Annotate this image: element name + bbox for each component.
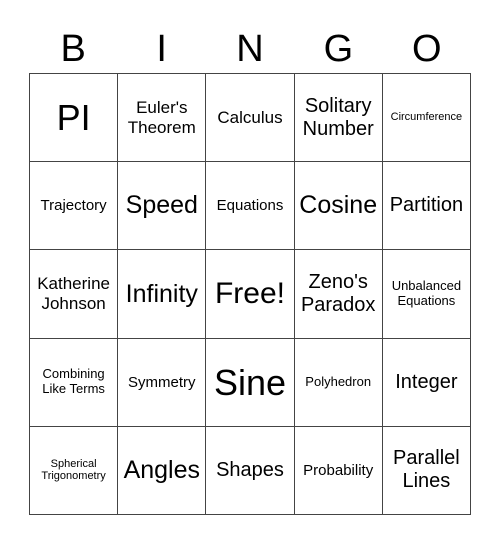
bingo-cell[interactable]: PI <box>30 74 119 163</box>
bingo-cell[interactable]: Probability <box>294 426 383 515</box>
header-letter-b: B <box>60 28 86 70</box>
bingo-cell[interactable]: Speed <box>118 162 207 251</box>
bingo-cell[interactable]: Angles <box>118 426 207 515</box>
header-letter-n: N <box>236 28 264 70</box>
free-space-cell[interactable]: Free! <box>206 250 295 339</box>
bingo-cell[interactable]: Infinity <box>118 250 207 339</box>
bingo-cell[interactable]: Shapes <box>206 426 295 515</box>
header-letter-o: O <box>412 28 442 70</box>
bingo-card: PI Euler's Theorem Calculus Solitary Num… <box>29 73 471 515</box>
bingo-cell[interactable]: Polyhedron <box>294 338 383 427</box>
bingo-cell[interactable]: Cosine <box>294 162 383 251</box>
bingo-cell[interactable]: Calculus <box>206 74 295 163</box>
bingo-cell[interactable]: Parallel Lines <box>382 426 471 515</box>
bingo-cell[interactable]: Spherical Trigonometry <box>30 426 119 515</box>
bingo-cell[interactable]: Trajectory <box>30 162 119 251</box>
bingo-cell[interactable]: Combining Like Terms <box>30 338 119 427</box>
bingo-cell[interactable]: Circumference <box>382 74 471 163</box>
bingo-cell[interactable]: Unbalanced Equations <box>382 250 471 339</box>
bingo-cell[interactable]: Integer <box>382 338 471 427</box>
bingo-cell[interactable]: Solitary Number <box>294 74 383 163</box>
header-letter-i: I <box>156 28 167 70</box>
bingo-cell[interactable]: Euler's Theorem <box>118 74 207 163</box>
bingo-cell[interactable]: Equations <box>206 162 295 251</box>
bingo-cell[interactable]: Symmetry <box>118 338 207 427</box>
bingo-cell[interactable]: Zeno's Paradox <box>294 250 383 339</box>
bingo-cell[interactable]: Katherine Johnson <box>30 250 119 339</box>
bingo-cell[interactable]: Sine <box>206 338 295 427</box>
bingo-header: B I N G O <box>29 26 471 72</box>
header-letter-g: G <box>323 28 354 70</box>
bingo-cell[interactable]: Partition <box>382 162 471 251</box>
